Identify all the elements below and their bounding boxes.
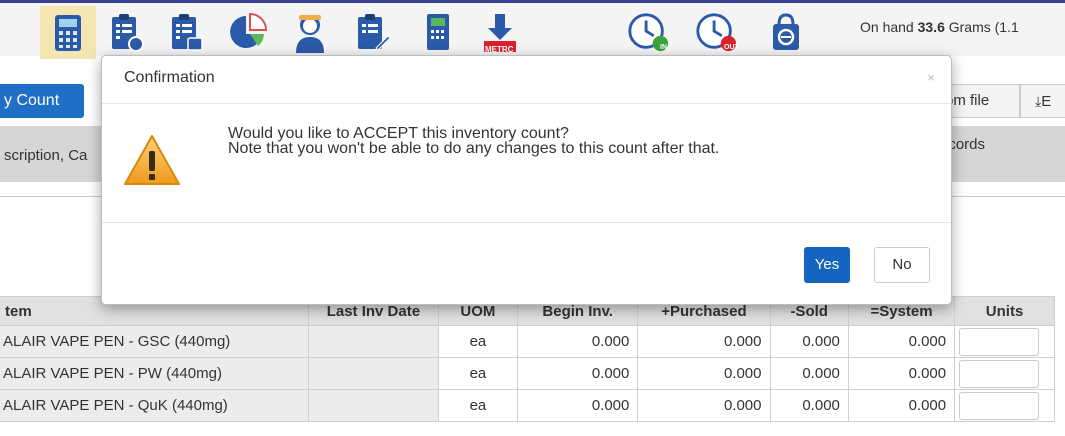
dialog-footer: Yes No [102,222,951,304]
message-line-2: Note that you won't be able to do any ch… [228,140,720,157]
dialog-message: Would you like to ACCEPT this inventory … [228,125,720,157]
no-button[interactable]: No [874,247,930,283]
message-line-1: Would you like to ACCEPT this inventory … [228,125,569,142]
confirmation-dialog: Confirmation × Would you like to ACCEPT … [101,55,952,305]
dialog-body: Would you like to ACCEPT this inventory … [102,104,951,223]
dialog-header: Confirmation × [102,56,951,104]
dialog-title: Confirmation [124,69,215,86]
warning-icon [124,135,180,185]
close-icon[interactable]: × [927,70,935,85]
yes-button[interactable]: Yes [804,247,850,283]
